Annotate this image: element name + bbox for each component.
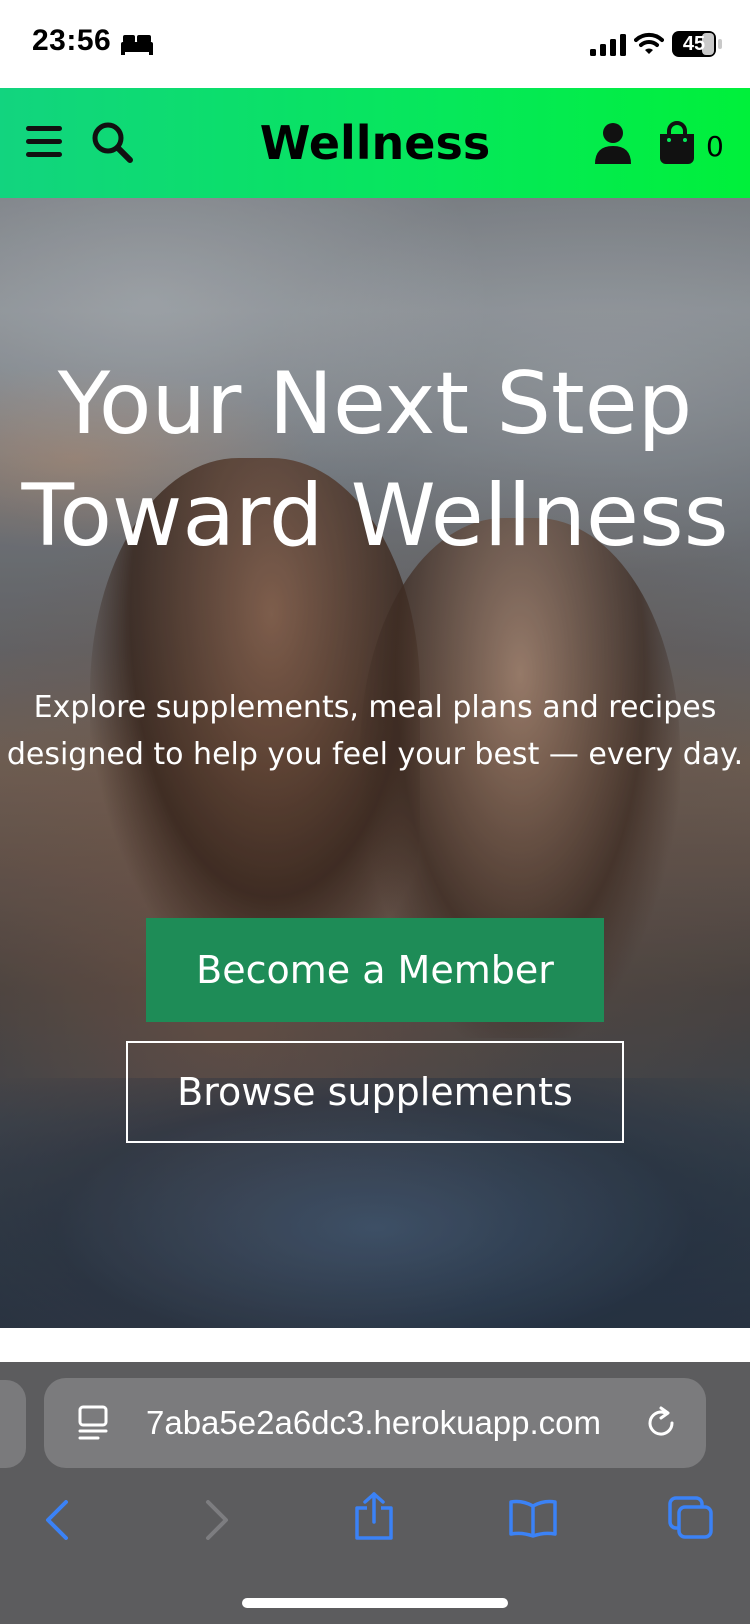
account-icon[interactable] — [594, 122, 632, 168]
share-icon[interactable] — [354, 1492, 394, 1544]
become-member-button[interactable]: Become a Member — [146, 918, 604, 1022]
site-header: Wellness 0 — [0, 88, 750, 198]
home-indicator[interactable] — [242, 1598, 508, 1608]
previous-tab-peek[interactable] — [0, 1380, 26, 1468]
status-time: 23:56 — [32, 24, 112, 57]
browse-supplements-button[interactable]: Browse supplements — [126, 1041, 624, 1143]
url-text[interactable]: 7aba5e2a6dc3.herokuapp.com — [146, 1378, 666, 1468]
cart-count: 0 — [706, 130, 724, 163]
search-icon[interactable] — [90, 120, 134, 168]
signal-icon — [590, 34, 626, 60]
hero-heading: Your Next Step Toward Wellness — [21, 354, 729, 566]
hero-section: Your Next Step Toward Wellness Explore s… — [0, 198, 750, 1328]
page-menu-icon[interactable] — [78, 1405, 110, 1445]
hero-subtext: Explore supplements, meal plans and reci… — [6, 690, 744, 772]
bookmarks-icon[interactable] — [508, 1498, 558, 1542]
reload-icon[interactable] — [644, 1406, 678, 1444]
page-below-hero — [0, 1328, 750, 1362]
battery-level: 45 — [682, 32, 706, 55]
browser-toolbar — [0, 1480, 750, 1560]
tabs-icon[interactable] — [668, 1496, 714, 1544]
status-bar: 23:56 45 — [0, 0, 750, 88]
browser-bottom-bar: 7aba5e2a6dc3.herokuapp.com — [0, 1362, 750, 1624]
back-icon[interactable] — [44, 1500, 70, 1544]
menu-icon[interactable] — [26, 126, 62, 162]
wifi-icon — [634, 32, 664, 60]
cart-icon[interactable] — [658, 120, 696, 168]
forward-icon[interactable] — [204, 1500, 230, 1544]
address-bar[interactable]: 7aba5e2a6dc3.herokuapp.com — [44, 1378, 706, 1468]
sleep-icon — [120, 32, 154, 60]
